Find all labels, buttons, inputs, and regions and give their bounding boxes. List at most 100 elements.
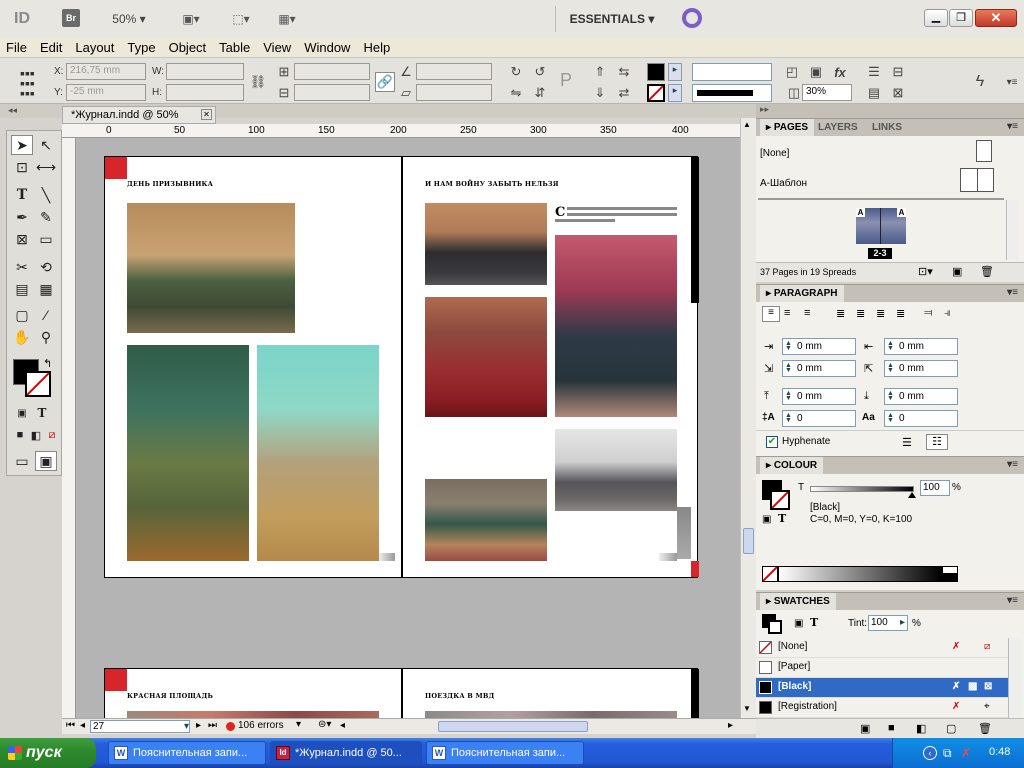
- clock[interactable]: 0:48: [989, 746, 1010, 758]
- minimize-button[interactable]: ▁: [924, 9, 948, 27]
- scroll-up-icon[interactable]: ▲: [743, 120, 751, 129]
- photo-group[interactable]: [555, 429, 677, 511]
- photo-red-square[interactable]: [127, 711, 379, 718]
- spinner-icon[interactable]: ▲ ▼: [887, 390, 896, 402]
- restore-button[interactable]: ❐: [949, 9, 973, 27]
- spinner-icon[interactable]: ▲ ▼: [887, 340, 896, 352]
- pen-tool-icon[interactable]: ✒: [11, 207, 33, 227]
- taskbar-indesign-doc[interactable]: Id *Журнал.indd @ 50...: [270, 741, 422, 765]
- type-tool-icon[interactable]: T: [11, 185, 33, 205]
- menu-view[interactable]: View: [263, 40, 291, 55]
- none-master-label[interactable]: [None]: [760, 148, 789, 159]
- constrain-proportions-icon[interactable]: ⛓: [248, 72, 268, 92]
- do-not-align-grid-icon[interactable]: ☰: [902, 436, 912, 449]
- preflight-errors[interactable]: 106 errors: [238, 720, 284, 731]
- photo-mvd[interactable]: [425, 711, 677, 718]
- flip-vertical-icon[interactable]: ⇵: [530, 83, 550, 103]
- colour-panel-menu-icon[interactable]: ▾≡: [1007, 459, 1018, 470]
- control-panel-menu-icon[interactable]: ▾≡: [1002, 72, 1022, 92]
- direct-selection-tool-icon[interactable]: ↖: [35, 135, 57, 155]
- photo-veterans[interactable]: [425, 203, 547, 285]
- close-button[interactable]: ✕: [975, 9, 1017, 27]
- photo-gas-mask[interactable]: [127, 345, 249, 561]
- photo-conscripts[interactable]: [127, 203, 295, 333]
- scale-y-field[interactable]: [294, 84, 370, 101]
- menu-edit[interactable]: Edit: [40, 40, 62, 55]
- none-master-thumb[interactable]: [976, 140, 992, 162]
- swatch-row-paper[interactable]: [Paper]: [756, 658, 1008, 678]
- scroll-thumb[interactable]: [743, 528, 754, 554]
- spinner-icon[interactable]: ▲ ▼: [785, 362, 794, 374]
- page-left-2[interactable]: КРАСНАЯ ПЛОЩАДЬ: [104, 668, 402, 718]
- view-options-button[interactable]: ▣▾: [174, 8, 208, 30]
- fit-frame-icon[interactable]: ⊠: [888, 83, 908, 103]
- stroke-dropdown-arrow[interactable]: ▸: [668, 84, 682, 102]
- swatches-tint-field[interactable]: 100 ▸: [868, 615, 908, 631]
- drop-cap-lines-field[interactable]: ▲ ▼ 0: [782, 410, 856, 427]
- wrap-around-icon[interactable]: ⊟: [888, 62, 908, 82]
- new-page-icon[interactable]: ▣: [952, 265, 962, 278]
- select-previous-icon[interactable]: ⇆: [614, 62, 634, 82]
- stroke-type-dropdown[interactable]: [692, 84, 772, 102]
- menu-type[interactable]: Type: [127, 40, 155, 55]
- fit-content-icon[interactable]: ▤: [864, 83, 884, 103]
- vertical-scrollbar[interactable]: ▲ ▼: [740, 118, 756, 718]
- align-away-spine-icon[interactable]: ⫣: [944, 307, 951, 320]
- pages-panel-menu-icon[interactable]: ▾≡: [1007, 121, 1018, 132]
- crs-live-icon[interactable]: [682, 8, 702, 28]
- drop-shadow-icon[interactable]: ◰: [782, 62, 802, 82]
- rotate-ccw-icon[interactable]: ↺: [530, 62, 550, 82]
- right-indent-field[interactable]: ▲ ▼ 0 mm: [884, 338, 958, 355]
- first-line-indent-field[interactable]: ▲ ▼ 0 mm: [782, 360, 856, 377]
- text-wrap-icon[interactable]: ☰: [864, 62, 884, 82]
- left-indent-field[interactable]: ▲ ▼ 0 mm: [782, 338, 856, 355]
- spinner-icon[interactable]: ▲ ▼: [887, 412, 896, 424]
- y-field[interactable]: -25 mm: [66, 84, 146, 101]
- bridge-button[interactable]: Br: [62, 9, 80, 27]
- align-to-grid-icon[interactable]: ☷: [926, 434, 948, 450]
- select-next-icon[interactable]: ⇄: [614, 83, 634, 103]
- gap-tool-icon[interactable]: ⟷: [35, 157, 57, 177]
- menu-help[interactable]: Help: [363, 40, 390, 55]
- edit-page-size-icon[interactable]: ⊡▾: [918, 265, 933, 278]
- normal-view-icon[interactable]: ▭: [11, 451, 33, 471]
- scale-x-field[interactable]: [294, 63, 370, 80]
- justify-right-icon[interactable]: ≣: [876, 307, 885, 320]
- photo-singer[interactable]: [555, 235, 677, 417]
- space-before-field[interactable]: ▲ ▼ 0 mm: [782, 388, 856, 405]
- scissors-tool-icon[interactable]: ✂: [11, 257, 33, 277]
- photo-flowers[interactable]: [425, 479, 547, 561]
- colour-ramp[interactable]: [778, 566, 942, 582]
- tray-expand-icon[interactable]: ‹: [923, 746, 937, 760]
- tab-links[interactable]: LINKS: [866, 119, 908, 136]
- photo-rifle[interactable]: [257, 345, 379, 561]
- taskbar-word-doc-1[interactable]: W Пояснительная запи...: [108, 741, 266, 765]
- formatting-container-icon[interactable]: ▣: [11, 403, 33, 423]
- new-swatch-icon[interactable]: ▢: [946, 722, 956, 735]
- panel-dock-header[interactable]: ▸▸: [756, 104, 1024, 118]
- colour-none-swatch[interactable]: [762, 566, 778, 582]
- tab-swatches[interactable]: ▸ SWATCHES: [760, 593, 836, 610]
- spinner-icon[interactable]: ▲ ▼: [785, 340, 794, 352]
- rotation-field[interactable]: [416, 63, 492, 80]
- spread-2-3-thumb[interactable]: A A: [856, 208, 906, 244]
- rectangle-tool-icon[interactable]: ▭: [35, 229, 57, 249]
- h-field[interactable]: [166, 84, 244, 101]
- select-container-icon[interactable]: ⇑: [590, 62, 610, 82]
- gradient-feather-tool-icon[interactable]: ▦: [35, 279, 57, 299]
- document-tab[interactable]: *Журнал.indd @ 50% ✕: [62, 106, 216, 124]
- next-page-icon[interactable]: ▸: [196, 720, 201, 731]
- justify-center-icon[interactable]: ≣: [856, 307, 865, 320]
- last-line-indent-field[interactable]: ▲ ▼ 0 mm: [884, 360, 958, 377]
- swatch-row-registration[interactable]: [Registration] ✗ ⌖: [756, 698, 1008, 718]
- screen-mode-button[interactable]: ⬚▾: [224, 8, 258, 30]
- hand-tool-icon[interactable]: ✋: [11, 327, 33, 347]
- spinner-icon[interactable]: ▲ ▼: [887, 362, 896, 374]
- drop-cap-chars-field[interactable]: ▲ ▼ 0: [884, 410, 958, 427]
- tab-layers[interactable]: LAYERS: [812, 119, 864, 136]
- tab-pages[interactable]: ▸ PAGES: [760, 119, 815, 136]
- stroke-color-box[interactable]: [25, 371, 51, 397]
- paragraph-panel-menu-icon[interactable]: ▾≡: [1007, 287, 1018, 298]
- swatches-stroke-box[interactable]: [768, 620, 782, 634]
- stroke-weight-field[interactable]: [692, 63, 772, 81]
